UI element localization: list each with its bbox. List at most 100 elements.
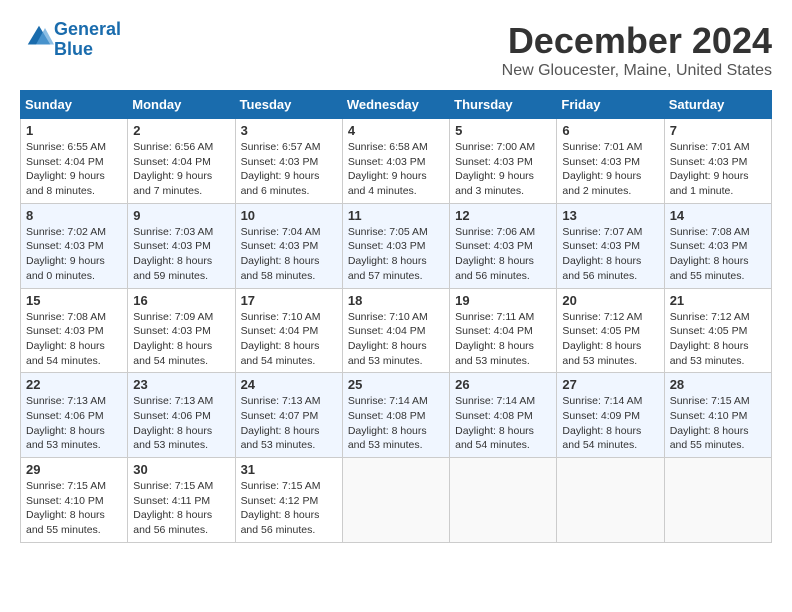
day-cell: 27 Sunrise: 7:14 AM Sunset: 4:09 PM Dayli… xyxy=(557,373,664,458)
day-number: 18 xyxy=(348,293,444,308)
day-info: Sunrise: 7:04 AM Sunset: 4:03 PM Dayligh… xyxy=(241,225,337,284)
title-block: December 2024 New Gloucester, Maine, Uni… xyxy=(502,20,772,80)
day-number: 23 xyxy=(133,377,229,392)
day-number: 29 xyxy=(26,462,122,477)
day-cell: 12 Sunrise: 7:06 AM Sunset: 4:03 PM Dayli… xyxy=(450,203,557,288)
location: New Gloucester, Maine, United States xyxy=(502,62,772,80)
day-info: Sunrise: 7:14 AM Sunset: 4:09 PM Dayligh… xyxy=(562,394,658,453)
day-cell: 31 Sunrise: 7:15 AM Sunset: 4:12 PM Dayli… xyxy=(235,458,342,543)
day-cell: 21Sunrise: 7:12 AM Sunset: 4:05 PM Dayli… xyxy=(664,288,771,373)
day-info: Sunrise: 7:15 AM Sunset: 4:11 PM Dayligh… xyxy=(133,479,229,538)
day-cell: 17 Sunrise: 7:10 AM Sunset: 4:04 PM Dayli… xyxy=(235,288,342,373)
day-cell: 18 Sunrise: 7:10 AM Sunset: 4:04 PM Dayli… xyxy=(342,288,449,373)
day-info: Sunrise: 7:10 AM Sunset: 4:04 PM Dayligh… xyxy=(348,310,444,369)
day-info: Sunrise: 7:01 AM Sunset: 4:03 PM Dayligh… xyxy=(670,140,766,199)
day-number: 24 xyxy=(241,377,337,392)
day-cell: 9Sunrise: 7:03 AM Sunset: 4:03 PM Daylig… xyxy=(128,203,235,288)
day-info: Sunrise: 6:57 AM Sunset: 4:03 PM Dayligh… xyxy=(241,140,337,199)
day-number: 28 xyxy=(670,377,766,392)
day-number: 27 xyxy=(562,377,658,392)
day-cell: 4 Sunrise: 6:58 AM Sunset: 4:03 PM Daylig… xyxy=(342,119,449,204)
col-header-thursday: Thursday xyxy=(450,91,557,119)
day-info: Sunrise: 7:13 AM Sunset: 4:06 PM Dayligh… xyxy=(133,394,229,453)
day-info: Sunrise: 7:15 AM Sunset: 4:10 PM Dayligh… xyxy=(26,479,122,538)
day-number: 31 xyxy=(241,462,337,477)
day-cell xyxy=(664,458,771,543)
day-number: 12 xyxy=(455,208,551,223)
day-cell: 28 Sunrise: 7:15 AM Sunset: 4:10 PM Dayli… xyxy=(664,373,771,458)
day-info: Sunrise: 7:10 AM Sunset: 4:04 PM Dayligh… xyxy=(241,310,337,369)
day-cell: 7 Sunrise: 7:01 AM Sunset: 4:03 PM Daylig… xyxy=(664,119,771,204)
day-cell: 10Sunrise: 7:04 AM Sunset: 4:03 PM Dayli… xyxy=(235,203,342,288)
day-cell: 20 Sunrise: 7:12 AM Sunset: 4:05 PM Dayli… xyxy=(557,288,664,373)
day-cell xyxy=(557,458,664,543)
week-row-3: 15 Sunrise: 7:08 AM Sunset: 4:03 PM Dayli… xyxy=(21,288,772,373)
day-info: Sunrise: 7:14 AM Sunset: 4:08 PM Dayligh… xyxy=(455,394,551,453)
day-cell: 5 Sunrise: 7:00 AM Sunset: 4:03 PM Daylig… xyxy=(450,119,557,204)
day-info: Sunrise: 7:12 AM Sunset: 4:05 PM Dayligh… xyxy=(562,310,658,369)
day-info: Sunrise: 7:12 AM Sunset: 4:05 PM Dayligh… xyxy=(670,310,766,369)
calendar-table: SundayMondayTuesdayWednesdayThursdayFrid… xyxy=(20,90,772,543)
day-info: Sunrise: 7:13 AM Sunset: 4:07 PM Dayligh… xyxy=(241,394,337,453)
col-header-monday: Monday xyxy=(128,91,235,119)
col-header-tuesday: Tuesday xyxy=(235,91,342,119)
day-cell: 25 Sunrise: 7:14 AM Sunset: 4:08 PM Dayli… xyxy=(342,373,449,458)
day-cell xyxy=(342,458,449,543)
day-cell xyxy=(450,458,557,543)
day-number: 17 xyxy=(241,293,337,308)
day-number: 19 xyxy=(455,293,551,308)
logo-text: General Blue xyxy=(54,20,121,60)
col-header-wednesday: Wednesday xyxy=(342,91,449,119)
day-info: Sunrise: 7:13 AM Sunset: 4:06 PM Dayligh… xyxy=(26,394,122,453)
day-number: 30 xyxy=(133,462,229,477)
day-number: 16 xyxy=(133,293,229,308)
day-info: Sunrise: 6:58 AM Sunset: 4:03 PM Dayligh… xyxy=(348,140,444,199)
day-number: 2 xyxy=(133,123,229,138)
day-number: 22 xyxy=(26,377,122,392)
logo-line2: Blue xyxy=(54,39,93,59)
day-cell: 22 Sunrise: 7:13 AM Sunset: 4:06 PM Dayli… xyxy=(21,373,128,458)
day-info: Sunrise: 7:11 AM Sunset: 4:04 PM Dayligh… xyxy=(455,310,551,369)
day-info: Sunrise: 7:06 AM Sunset: 4:03 PM Dayligh… xyxy=(455,225,551,284)
logo: General Blue xyxy=(20,20,121,60)
day-cell: 16 Sunrise: 7:09 AM Sunset: 4:03 PM Dayli… xyxy=(128,288,235,373)
day-cell: 23 Sunrise: 7:13 AM Sunset: 4:06 PM Dayli… xyxy=(128,373,235,458)
day-number: 26 xyxy=(455,377,551,392)
logo-icon xyxy=(24,22,54,52)
day-cell: 30 Sunrise: 7:15 AM Sunset: 4:11 PM Dayli… xyxy=(128,458,235,543)
day-info: Sunrise: 7:08 AM Sunset: 4:03 PM Dayligh… xyxy=(670,225,766,284)
day-number: 4 xyxy=(348,123,444,138)
day-info: Sunrise: 7:00 AM Sunset: 4:03 PM Dayligh… xyxy=(455,140,551,199)
logo-line1: General xyxy=(54,19,121,39)
day-number: 25 xyxy=(348,377,444,392)
day-info: Sunrise: 7:14 AM Sunset: 4:08 PM Dayligh… xyxy=(348,394,444,453)
day-cell: 1Sunrise: 6:55 AM Sunset: 4:04 PM Daylig… xyxy=(21,119,128,204)
day-number: 13 xyxy=(562,208,658,223)
day-cell: 14 Sunrise: 7:08 AM Sunset: 4:03 PM Dayli… xyxy=(664,203,771,288)
day-cell: 26 Sunrise: 7:14 AM Sunset: 4:08 PM Dayli… xyxy=(450,373,557,458)
day-info: Sunrise: 7:05 AM Sunset: 4:03 PM Dayligh… xyxy=(348,225,444,284)
day-number: 15 xyxy=(26,293,122,308)
col-header-friday: Friday xyxy=(557,91,664,119)
day-number: 7 xyxy=(670,123,766,138)
day-number: 3 xyxy=(241,123,337,138)
day-number: 14 xyxy=(670,208,766,223)
day-cell: 8Sunrise: 7:02 AM Sunset: 4:03 PM Daylig… xyxy=(21,203,128,288)
day-cell: 3 Sunrise: 6:57 AM Sunset: 4:03 PM Daylig… xyxy=(235,119,342,204)
day-info: Sunrise: 6:56 AM Sunset: 4:04 PM Dayligh… xyxy=(133,140,229,199)
day-number: 20 xyxy=(562,293,658,308)
day-number: 11 xyxy=(348,208,444,223)
day-info: Sunrise: 7:15 AM Sunset: 4:10 PM Dayligh… xyxy=(670,394,766,453)
day-info: Sunrise: 7:02 AM Sunset: 4:03 PM Dayligh… xyxy=(26,225,122,284)
day-info: Sunrise: 7:15 AM Sunset: 4:12 PM Dayligh… xyxy=(241,479,337,538)
day-info: Sunrise: 7:09 AM Sunset: 4:03 PM Dayligh… xyxy=(133,310,229,369)
week-row-1: 1Sunrise: 6:55 AM Sunset: 4:04 PM Daylig… xyxy=(21,119,772,204)
day-number: 1 xyxy=(26,123,122,138)
day-cell: 11 Sunrise: 7:05 AM Sunset: 4:03 PM Dayli… xyxy=(342,203,449,288)
day-cell: 13Sunrise: 7:07 AM Sunset: 4:03 PM Dayli… xyxy=(557,203,664,288)
day-number: 5 xyxy=(455,123,551,138)
day-cell: 24 Sunrise: 7:13 AM Sunset: 4:07 PM Dayli… xyxy=(235,373,342,458)
col-header-sunday: Sunday xyxy=(21,91,128,119)
day-info: Sunrise: 7:08 AM Sunset: 4:03 PM Dayligh… xyxy=(26,310,122,369)
day-number: 9 xyxy=(133,208,229,223)
